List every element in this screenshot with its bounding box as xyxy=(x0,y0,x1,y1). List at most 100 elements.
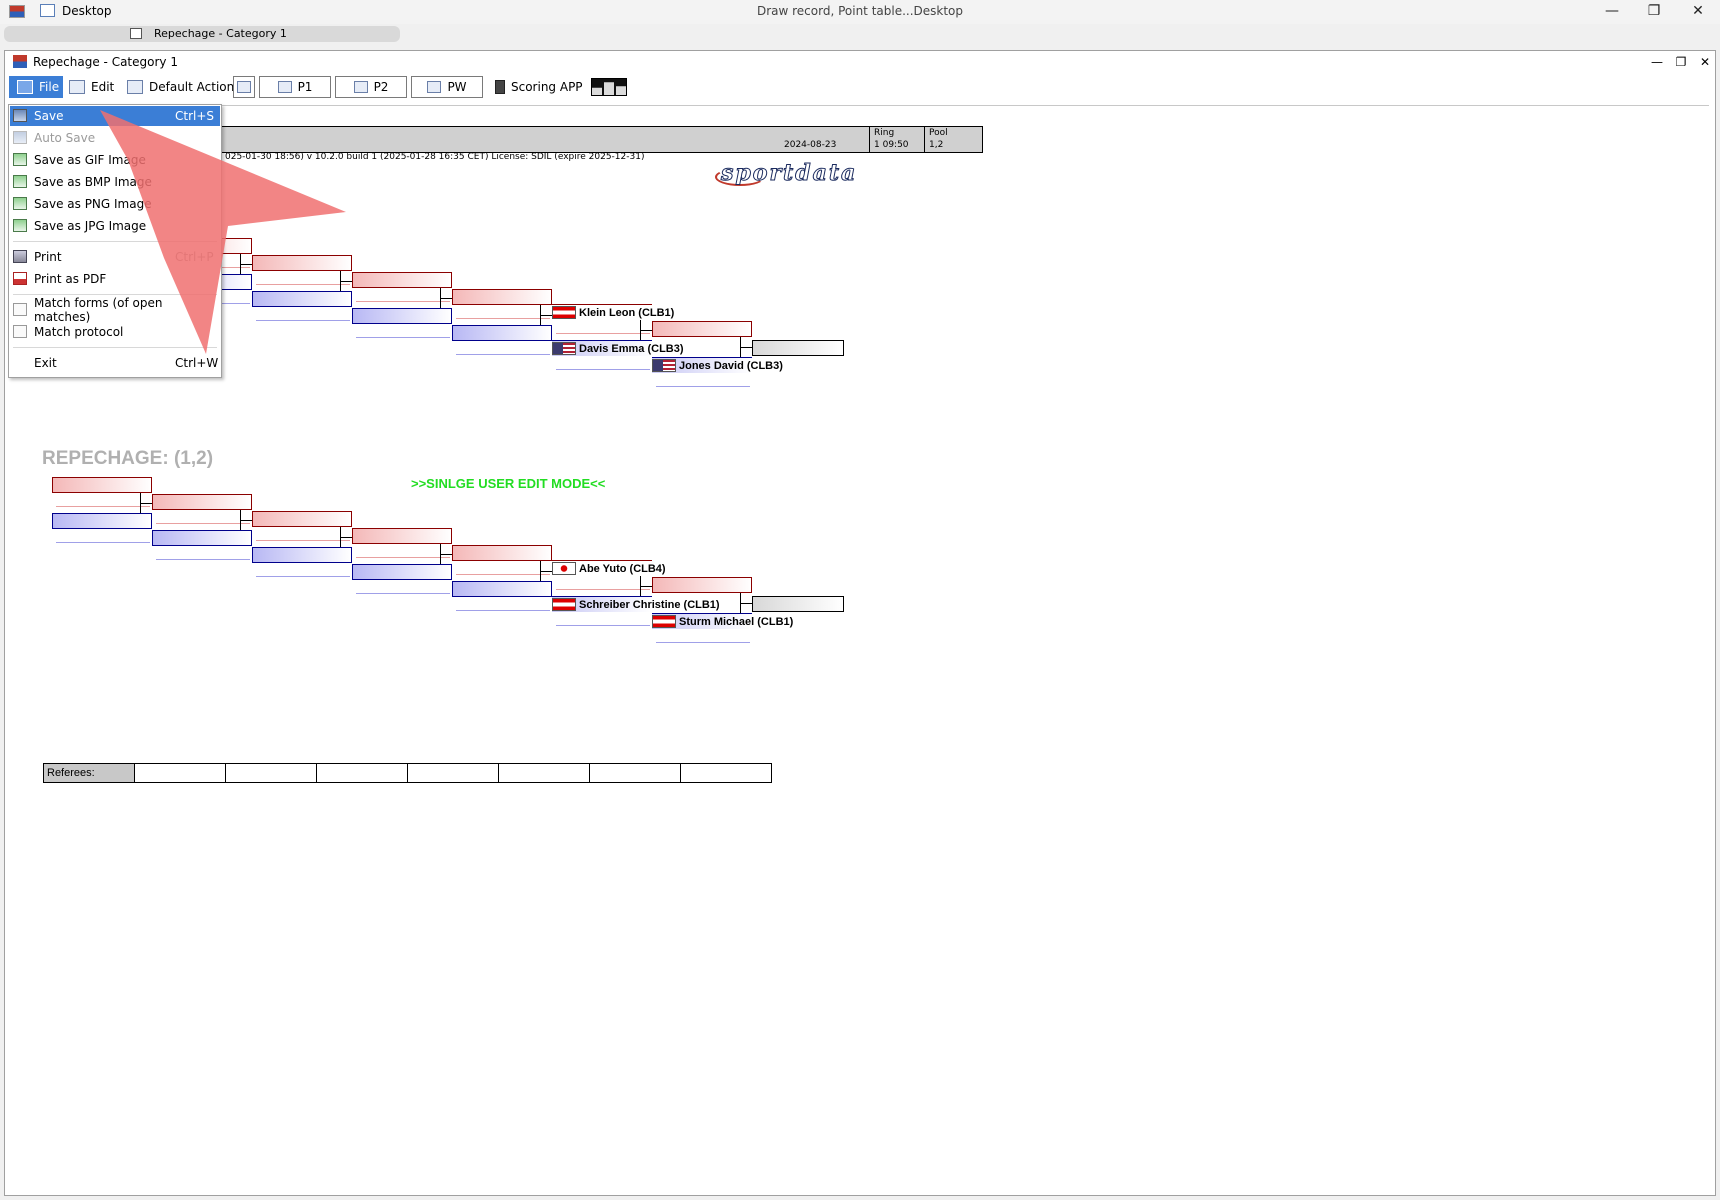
blue-competitor-slot[interactable] xyxy=(352,564,452,580)
ring-value: 1 09:50 xyxy=(874,140,909,150)
bracket-connector xyxy=(140,503,152,504)
document-tab-label: Repechage - Category 1 xyxy=(154,27,287,40)
menu-item-label: Save xyxy=(34,109,64,123)
podium-button[interactable] xyxy=(591,78,627,96)
slot-underline xyxy=(156,559,250,560)
slot-underline xyxy=(56,506,150,507)
red-competitor-slot[interactable] xyxy=(252,511,352,527)
scoring-app-label: Scoring APP xyxy=(511,80,583,94)
event-date: 2024-08-23 xyxy=(784,140,837,150)
menu-item-label: Auto Save xyxy=(34,131,96,145)
menu-item-save-gif[interactable]: Save as GIF Image xyxy=(10,150,220,170)
blue-competitor-slot[interactable] xyxy=(52,513,152,529)
p2-button[interactable]: P2 xyxy=(335,76,407,98)
os-minimize-button[interactable]: — xyxy=(1590,0,1634,24)
red-competitor-slot[interactable] xyxy=(352,528,452,544)
menu-item-match-forms[interactable]: Match forms (of open matches) xyxy=(10,296,220,324)
blue-competitor-slot[interactable] xyxy=(452,325,552,341)
document-tab[interactable]: Repechage - Category 1 xyxy=(4,26,400,42)
os-close-button[interactable]: ✕ xyxy=(1676,0,1720,24)
window-restore-button[interactable]: ❐ xyxy=(1669,51,1693,73)
edit-label: Edit xyxy=(91,80,115,94)
red-competitor-slot[interactable] xyxy=(152,494,252,510)
red-competitor-slot[interactable] xyxy=(352,272,452,288)
menu-item-auto-save[interactable]: Auto Save xyxy=(10,128,220,148)
red-competitor-slot[interactable] xyxy=(252,255,352,271)
referee-cell[interactable] xyxy=(407,763,499,783)
competitor-blue-last[interactable]: Jones David (CLB3) xyxy=(652,357,783,373)
p2-icon xyxy=(353,81,368,93)
referee-cell[interactable] xyxy=(589,763,681,783)
header-info-bar: 2024-08-23 Ring 1 09:50 Pool 1,2 xyxy=(147,126,983,153)
referee-cell[interactable] xyxy=(316,763,408,783)
referee-cell[interactable] xyxy=(134,763,226,783)
menu-item-match-protocol[interactable]: Match protocol xyxy=(10,322,220,342)
pool-value: 1,2 xyxy=(929,140,944,150)
bracket-connector xyxy=(240,520,252,521)
blue-competitor-slot[interactable] xyxy=(252,291,352,307)
winner-slot[interactable] xyxy=(752,340,844,356)
default-action-button[interactable]: Default Action xyxy=(127,76,234,98)
slot-underline xyxy=(256,284,350,285)
red-competitor-slot[interactable] xyxy=(452,545,552,561)
menu-item-save-bmp[interactable]: Save as BMP Image xyxy=(10,172,220,192)
blue-competitor-slot[interactable] xyxy=(352,308,452,324)
competitor-blue-final[interactable]: Schreiber Christine (CLB1) xyxy=(552,596,720,612)
menu-item-label: Save as PNG Image xyxy=(34,197,152,211)
blue-competitor-slot[interactable] xyxy=(252,547,352,563)
menu-item-exit[interactable]: Exit Ctrl+W xyxy=(10,353,220,373)
competitor-blue-last[interactable]: Sturm Michael (CLB1) xyxy=(652,613,793,629)
toolbar: File Edit Default Action P1 P2 PW Scorin… xyxy=(5,75,1715,101)
window-close-button[interactable]: ✕ xyxy=(1693,51,1717,73)
referees-label: Referees: xyxy=(43,763,135,783)
os-maximize-button[interactable]: ❐ xyxy=(1632,0,1676,24)
blue-competitor-slot[interactable] xyxy=(152,530,252,546)
us-flag-icon xyxy=(652,359,676,372)
slot-underline xyxy=(356,557,450,558)
competitor-red-final[interactable]: Abe Yuto (CLB4) xyxy=(552,560,666,576)
menu-item-save[interactable]: Save Ctrl+S xyxy=(10,106,220,126)
competitor-red-final[interactable]: Klein Leon (CLB1) xyxy=(552,304,674,320)
pw-button[interactable]: PW xyxy=(411,76,483,98)
menu-item-save-png[interactable]: Save as PNG Image xyxy=(10,194,220,214)
menu-item-save-jpg[interactable]: Save as JPG Image xyxy=(10,216,220,236)
competitor-blue-final[interactable]: Davis Emma (CLB3) xyxy=(552,340,684,356)
slot-underline xyxy=(256,576,350,577)
edit-mode-label: >>SINLGE USER EDIT MODE<< xyxy=(411,476,606,491)
red-competitor-slot[interactable] xyxy=(452,289,552,305)
red-competitor-slot[interactable] xyxy=(52,477,152,493)
menu-item-label: Exit xyxy=(34,356,57,370)
referee-cell[interactable] xyxy=(225,763,317,783)
slot-underline xyxy=(256,320,350,321)
file-menu-button[interactable]: File xyxy=(9,76,63,98)
referee-cell[interactable] xyxy=(680,763,772,783)
edit-button[interactable]: Edit xyxy=(69,76,114,98)
p1-button[interactable]: P1 xyxy=(259,76,331,98)
slot-underline xyxy=(356,301,450,302)
referee-cell[interactable] xyxy=(498,763,590,783)
pw-icon xyxy=(427,81,442,93)
competitor-name: Jones David (CLB3) xyxy=(679,359,783,372)
image-icon xyxy=(13,219,27,232)
scoring-app-button[interactable]: Scoring APP xyxy=(495,76,583,98)
red-competitor-slot[interactable] xyxy=(652,321,752,337)
refresh-button[interactable] xyxy=(233,76,255,98)
image-icon xyxy=(13,153,27,166)
red-competitor-slot[interactable] xyxy=(652,577,752,593)
menu-item-label: Match protocol xyxy=(34,325,124,339)
menu-item-shortcut: Ctrl+W xyxy=(175,356,219,370)
window-minimize-button[interactable]: — xyxy=(1645,51,1669,73)
bracket-connector xyxy=(640,586,652,587)
document-icon xyxy=(13,325,27,338)
blue-competitor-slot[interactable] xyxy=(452,581,552,597)
menu-item-print[interactable]: Print Ctrl+P xyxy=(10,247,220,267)
menu-item-print-pdf[interactable]: Print as PDF xyxy=(10,269,220,289)
slot-underline xyxy=(456,574,550,575)
winner-slot[interactable] xyxy=(752,596,844,612)
image-icon xyxy=(13,175,27,188)
bracket-connector xyxy=(740,347,752,348)
p1-icon xyxy=(277,81,292,93)
competitor-name: Schreiber Christine (CLB1) xyxy=(579,598,720,611)
printer-icon xyxy=(13,250,27,263)
competitor-name: Davis Emma (CLB3) xyxy=(579,342,684,355)
